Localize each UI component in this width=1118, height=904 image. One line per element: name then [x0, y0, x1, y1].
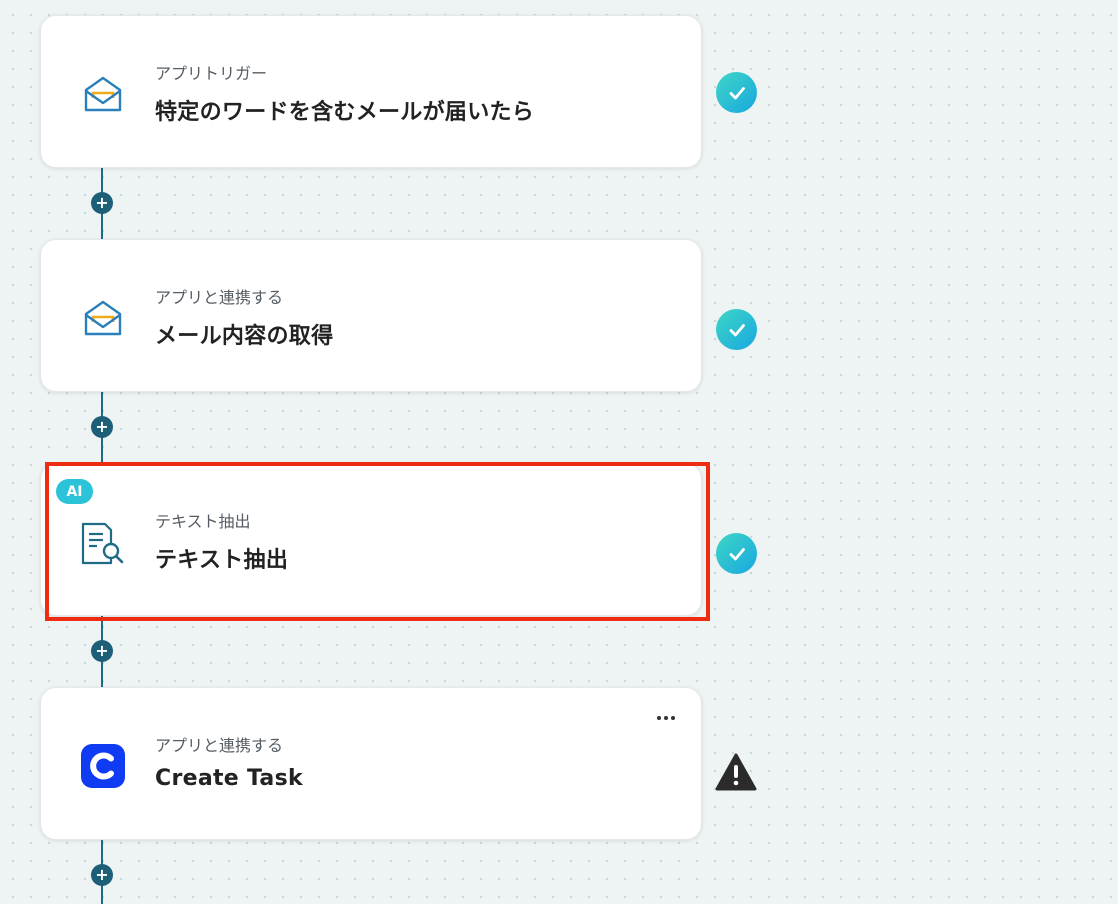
- step-title: Create Task: [155, 766, 303, 791]
- ai-badge: AI: [56, 479, 93, 504]
- step-status-check-icon: [716, 309, 757, 350]
- mail-open-icon: [79, 294, 127, 342]
- document-search-icon: [79, 518, 127, 566]
- flow-step-card-text-extract[interactable]: テキスト抽出 テキスト抽出: [40, 463, 702, 616]
- mail-open-icon: [79, 70, 127, 118]
- step-type-label: アプリと連携する: [155, 736, 284, 755]
- add-step-button-3[interactable]: +: [91, 640, 113, 662]
- add-step-button-2[interactable]: +: [91, 416, 113, 438]
- clickup-c-icon: [79, 742, 127, 790]
- step-title: テキスト抽出: [155, 548, 289, 573]
- flow-step-card-get-mail[interactable]: アプリと連携する メール内容の取得: [40, 239, 702, 392]
- step-title: 特定のワードを含むメールが届いたら: [155, 100, 535, 125]
- step-status-check-icon: [716, 72, 757, 113]
- add-step-button-4[interactable]: +: [91, 864, 113, 886]
- step-type-label: アプリトリガー: [155, 64, 268, 83]
- step-type-label: テキスト抽出: [155, 512, 251, 531]
- warning-icon: [715, 752, 757, 792]
- step-status-check-icon: [716, 533, 757, 574]
- ellipsis-icon[interactable]: [652, 706, 680, 730]
- flow-step-card-trigger[interactable]: アプリトリガー 特定のワードを含むメールが届いたら: [40, 15, 702, 168]
- add-step-button-1[interactable]: +: [91, 192, 113, 214]
- step-type-label: アプリと連携する: [155, 288, 284, 307]
- step-title: メール内容の取得: [155, 324, 334, 349]
- flow-step-card-create-task[interactable]: アプリと連携する Create Task: [40, 687, 702, 840]
